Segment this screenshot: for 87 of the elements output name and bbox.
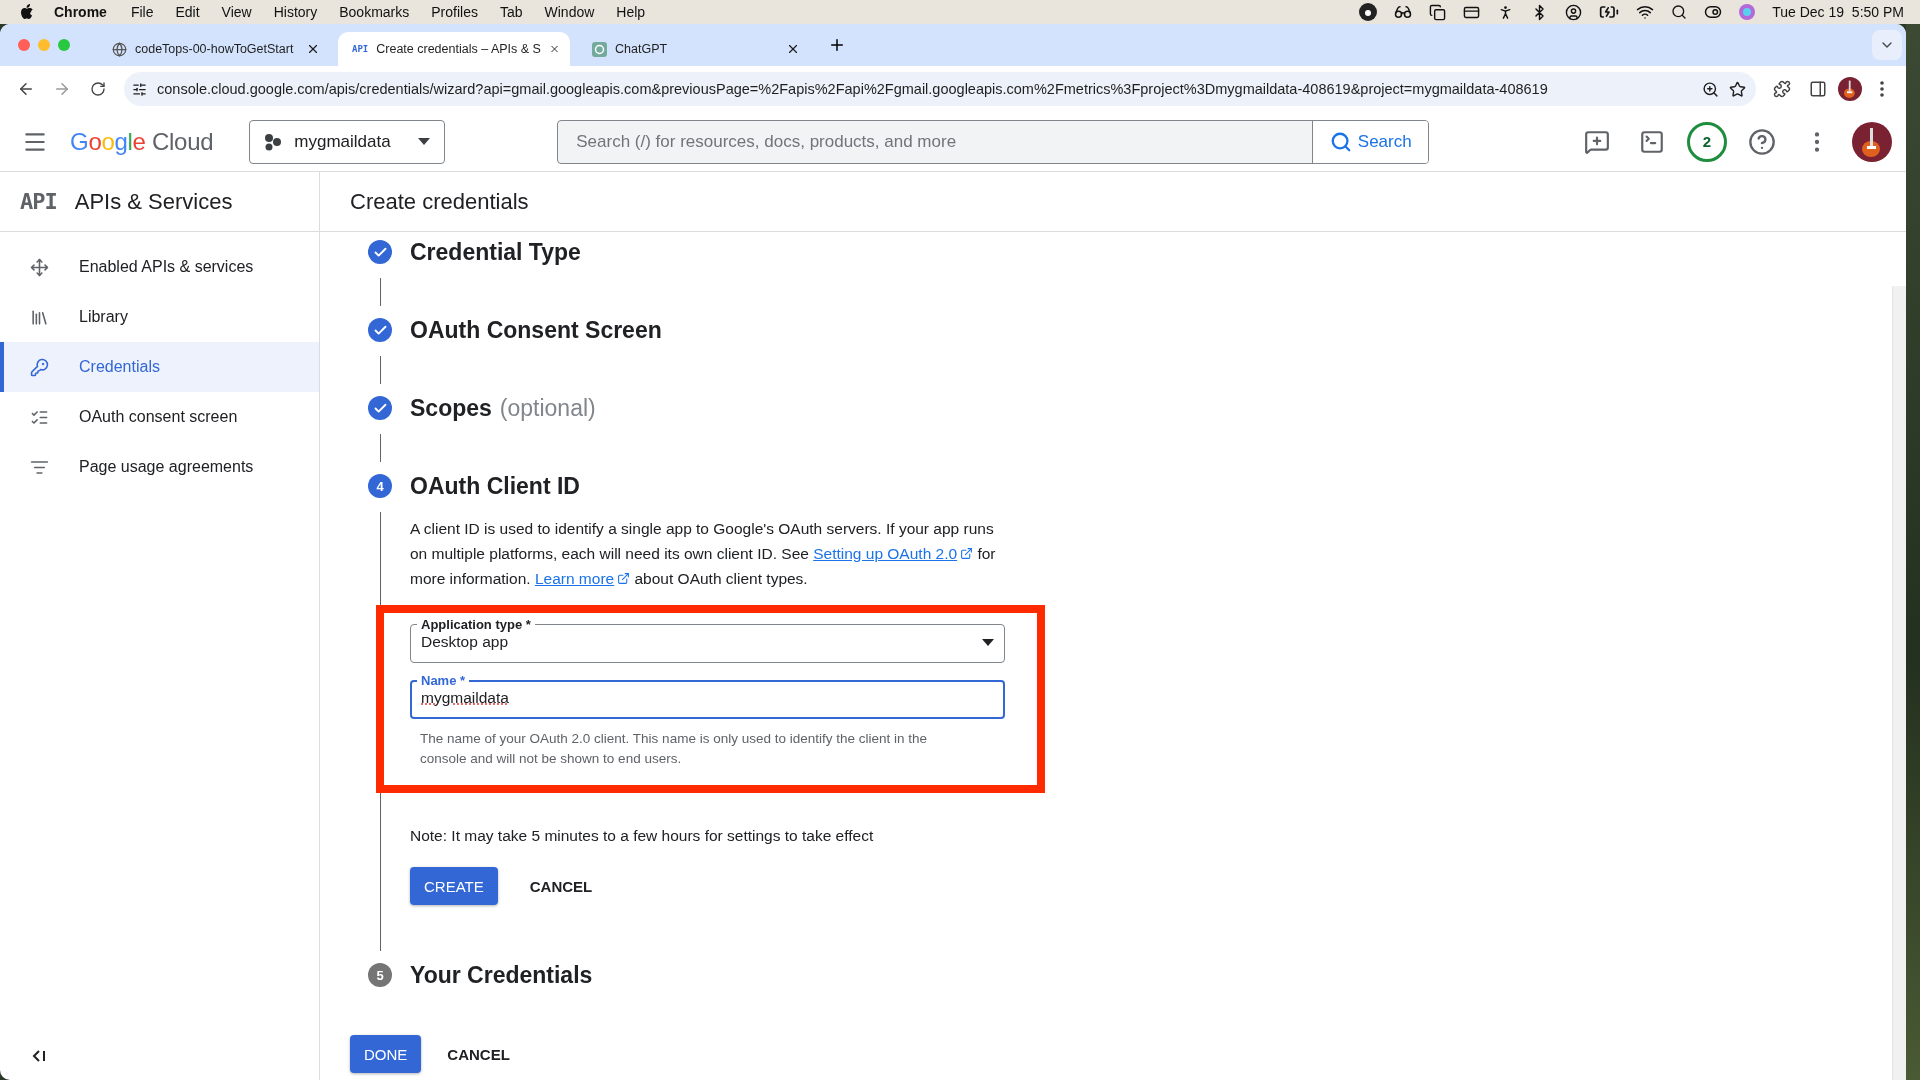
- menu-bar-clock[interactable]: Tue Dec 19 5:50 PM: [1772, 4, 1904, 20]
- search-icon: [1329, 130, 1352, 153]
- step-check-icon: [368, 240, 392, 264]
- external-link-icon: [617, 572, 631, 585]
- menu-item[interactable]: Profiles: [431, 4, 478, 20]
- search-button[interactable]: Search: [1312, 120, 1429, 163]
- credentials-icon: [30, 357, 49, 377]
- create-button[interactable]: CREATE: [410, 867, 498, 905]
- site-settings-icon[interactable]: [132, 81, 147, 97]
- bookmark-star-icon[interactable]: [1729, 80, 1746, 98]
- project-icon: [264, 132, 283, 151]
- browser-tab[interactable]: API Create credentials – APIs & S: [338, 32, 570, 66]
- avatar-icon[interactable]: [1852, 121, 1892, 162]
- menu-item[interactable]: Tab: [499, 4, 523, 20]
- page-title: Create credentials: [320, 172, 1906, 232]
- tab-favicon: [592, 41, 607, 57]
- sidebar-item[interactable]: Enabled APIs & services: [0, 242, 319, 292]
- close-tab-icon[interactable]: [306, 42, 320, 56]
- sidebar-item[interactable]: Credentials: [0, 342, 319, 392]
- address-bar[interactable]: console.cloud.google.com/apis/credentials/wizard?api=gmail.googleapis.com&previousPage=%2Fapis%2Fapi%2Fgmail.googleapis.com%2Fmetrics%3Fproject%3Dmygmaildata-408619&project=mygmaildata-408619: [124, 72, 1756, 106]
- notifications-badge[interactable]: 2: [1687, 121, 1727, 162]
- library-icon: [30, 307, 49, 327]
- step-title: OAuth Client ID: [410, 472, 580, 500]
- step-number: 4: [368, 474, 392, 498]
- name-input-field[interactable]: Name * mygmaildata: [410, 673, 1005, 719]
- browser-tab[interactable]: codeTops-00-howToGetStart: [98, 32, 330, 66]
- step-title: Your Credentials: [410, 961, 593, 989]
- search-field[interactable]: Search (/) for resources, docs, products, and more: [558, 120, 1313, 163]
- step-title: Credential Type: [410, 238, 581, 266]
- cancel-button[interactable]: CANCEL: [517, 867, 605, 905]
- reload-icon: [90, 81, 106, 97]
- wifi-icon[interactable]: [1636, 3, 1655, 21]
- app-menu[interactable]: Chrome: [54, 4, 107, 20]
- control-center-icon[interactable]: [1704, 3, 1723, 21]
- sidebar-item[interactable]: Page usage agreements: [0, 442, 319, 492]
- more-options-icon: [1880, 81, 1884, 97]
- note-text: Note: It may take 5 minutes to a few hours for settings to take effect: [410, 827, 875, 845]
- application-type-select[interactable]: Application type * Desktop app: [410, 617, 1005, 663]
- globe-icon: [112, 41, 127, 57]
- menu-item[interactable]: History: [273, 4, 318, 20]
- description-text: A client ID is used to identify a single app to Google's OAuth servers. If your app runs on multiple platforms, each will need its own client ID. See Setting up OAuth 2.0 for more information. Learn more about OAuth client types.: [410, 519, 997, 589]
- apple-icon[interactable]: [20, 4, 34, 20]
- menu-item[interactable]: Edit: [175, 4, 200, 20]
- sidebar-item[interactable]: OAuth consent screen: [0, 392, 319, 442]
- step-check-icon: [368, 396, 392, 420]
- close-tab-icon[interactable]: [786, 42, 800, 56]
- zoom-icon[interactable]: [1702, 80, 1719, 98]
- google-cloud-logo[interactable]: Google Cloud: [70, 127, 214, 156]
- menu-item[interactable]: Help: [616, 4, 646, 20]
- done-button[interactable]: DONE: [350, 1035, 422, 1073]
- dropdown-caret-icon: [418, 138, 431, 145]
- new-tab-icon[interactable]: [828, 36, 846, 54]
- step-note: (optional): [499, 394, 596, 422]
- menu-item[interactable]: Window: [544, 4, 595, 20]
- step-title: Scopes: [410, 394, 492, 422]
- search-bar[interactable]: Search (/) for resources, docs, products, and more Search: [557, 119, 1430, 164]
- step-number: 5: [368, 963, 392, 987]
- search-icon[interactable]: [1671, 4, 1688, 20]
- dropdown-caret-icon: [982, 638, 994, 646]
- project-picker[interactable]: mygmaildata: [249, 119, 446, 164]
- section-title: APIs & Services: [74, 188, 233, 215]
- browser-tab[interactable]: ChatGPT: [578, 32, 810, 66]
- puzzle-icon: [1773, 80, 1791, 98]
- api-logo: API: [20, 189, 57, 214]
- status-icon[interactable]: [1359, 3, 1378, 21]
- help-link[interactable]: Learn more: [534, 570, 631, 587]
- collapse-sidebar-icon[interactable]: [32, 1050, 46, 1062]
- windows-icon[interactable]: [1429, 3, 1447, 21]
- cancel-button[interactable]: CANCEL: [435, 1035, 522, 1073]
- side-panel-icon: [1809, 80, 1827, 98]
- help-link[interactable]: Setting up OAuth 2.0: [813, 545, 974, 562]
- step-check-icon: [368, 318, 392, 342]
- menu-item[interactable]: View: [221, 4, 252, 20]
- menu-item[interactable]: File: [130, 4, 154, 20]
- apis-icon: [30, 257, 49, 277]
- tab-favicon: API: [352, 44, 369, 54]
- scrollbar[interactable]: [1892, 286, 1906, 1080]
- external-link-icon: [960, 547, 974, 560]
- sidebar-item[interactable]: Library: [0, 292, 319, 342]
- helper-text: The name of your OAuth 2.0 client. This name is only used to identify the client in the console and will not be shown to end users.: [419, 730, 929, 768]
- user-icon[interactable]: [1565, 3, 1583, 21]
- forward-arrow-icon: [53, 80, 71, 98]
- step-title: OAuth Consent Screen: [410, 316, 662, 344]
- assistant-icon[interactable]: [1739, 4, 1756, 20]
- glasses-icon[interactable]: [1394, 3, 1413, 21]
- avatar-icon[interactable]: [1838, 77, 1862, 101]
- menu-item[interactable]: Bookmarks: [339, 4, 410, 20]
